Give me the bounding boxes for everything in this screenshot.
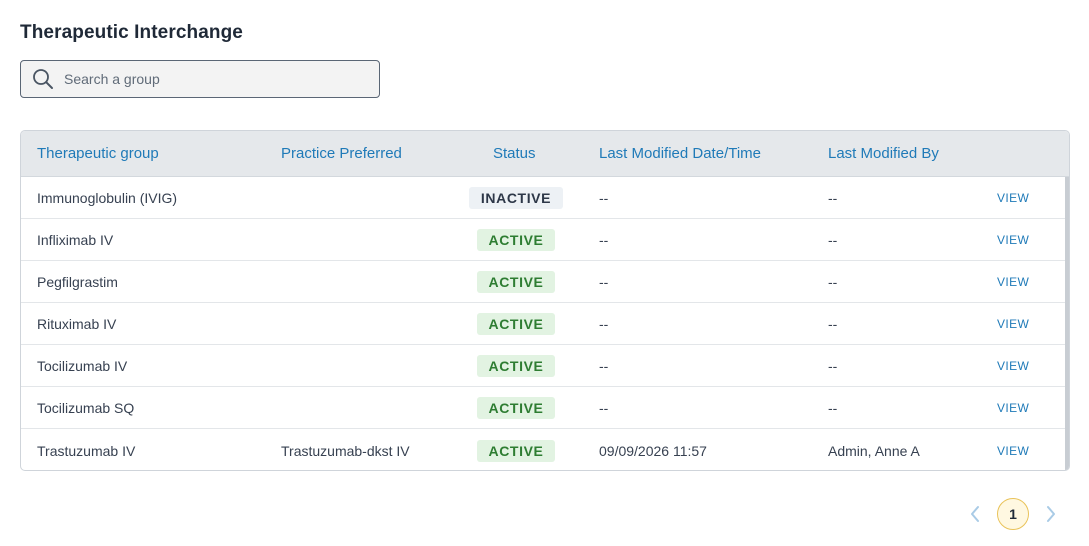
search-icon — [32, 68, 54, 90]
cell-therapeutic-group: Immunoglobulin (IVIG) — [37, 189, 178, 206]
chevron-right-icon — [1047, 506, 1055, 522]
cell-therapeutic-group: Tocilizumab SQ — [37, 399, 135, 416]
cell-last-modified-date: 09/09/2026 11:57 — [599, 442, 707, 459]
cell-therapeutic-group: Trastuzumab IV — [37, 442, 136, 459]
column-header-last-modified-by[interactable]: Last Modified By — [828, 145, 939, 162]
cell-last-modified-date: -- — [599, 399, 609, 416]
column-header-practice-preferred[interactable]: Practice Preferred — [281, 145, 402, 162]
cell-last-modified-date: -- — [599, 273, 609, 290]
status-badge: INACTIVE — [468, 186, 564, 209]
view-link[interactable]: VIEW — [997, 233, 1029, 247]
cell-last-modified-date: -- — [599, 357, 609, 374]
status-badge: ACTIVE — [476, 270, 556, 293]
cell-last-modified-by: -- — [828, 273, 838, 290]
table-row: Tocilizumab IV ACTIVE -- -- VIEW — [21, 345, 1069, 387]
cell-last-modified-by: -- — [828, 189, 838, 206]
cell-last-modified-by: -- — [828, 357, 838, 374]
cell-practice-preferred: Trastuzumab-dkst IV — [281, 442, 410, 459]
search-box[interactable] — [20, 60, 380, 98]
next-page-button[interactable] — [1041, 498, 1061, 530]
page-title: Therapeutic Interchange — [20, 22, 243, 43]
cell-status: INACTIVE — [461, 177, 571, 218]
chevron-left-icon — [971, 506, 979, 522]
previous-page-button[interactable] — [965, 498, 985, 530]
cell-therapeutic-group: Pegfilgrastim — [37, 273, 118, 290]
cell-status: ACTIVE — [461, 261, 571, 302]
page-number-button[interactable]: 1 — [997, 498, 1029, 530]
column-header-status[interactable]: Status — [493, 145, 536, 162]
table-header: Therapeutic group Practice Preferred Sta… — [21, 131, 1069, 177]
table-body: Immunoglobulin (IVIG) INACTIVE -- -- VIEW Inf… — [21, 177, 1069, 470]
cell-status: ACTIVE — [461, 345, 571, 386]
cell-last-modified-date: -- — [599, 231, 609, 248]
cell-actions: VIEW — [997, 219, 1029, 260]
cell-last-modified-date: -- — [599, 315, 609, 332]
cell-actions: VIEW — [997, 177, 1029, 218]
cell-therapeutic-group: Rituximab IV — [37, 315, 117, 332]
view-link[interactable]: VIEW — [997, 359, 1029, 373]
cell-actions: VIEW — [997, 429, 1029, 470]
cell-status: ACTIVE — [461, 303, 571, 344]
table-row: Rituximab IV ACTIVE -- -- VIEW — [21, 303, 1069, 345]
status-badge: ACTIVE — [476, 439, 556, 462]
cell-last-modified-date: -- — [599, 189, 609, 206]
cell-therapeutic-group: Infliximab IV — [37, 231, 114, 248]
cell-actions: VIEW — [997, 303, 1029, 344]
table-row: Immunoglobulin (IVIG) INACTIVE -- -- VIEW — [21, 177, 1069, 219]
cell-status: ACTIVE — [461, 429, 571, 470]
cell-last-modified-by: -- — [828, 315, 838, 332]
status-badge: ACTIVE — [476, 312, 556, 335]
search-input[interactable] — [64, 61, 379, 97]
column-header-therapeutic-group[interactable]: Therapeutic group — [37, 145, 159, 162]
view-link[interactable]: VIEW — [997, 191, 1029, 205]
column-header-last-modified-date[interactable]: Last Modified Date/Time — [599, 145, 761, 162]
status-badge: ACTIVE — [476, 228, 556, 251]
table-row: Pegfilgrastim ACTIVE -- -- VIEW — [21, 261, 1069, 303]
cell-status: ACTIVE — [461, 387, 571, 428]
status-badge: ACTIVE — [476, 396, 556, 419]
pagination: 1 — [965, 498, 1061, 530]
therapeutic-groups-table: Therapeutic group Practice Preferred Sta… — [20, 130, 1070, 471]
view-link[interactable]: VIEW — [997, 275, 1029, 289]
view-link[interactable]: VIEW — [997, 401, 1029, 415]
view-link[interactable]: VIEW — [997, 317, 1029, 331]
cell-last-modified-by: Admin, Anne A — [828, 442, 920, 459]
status-badge: ACTIVE — [476, 354, 556, 377]
cell-actions: VIEW — [997, 387, 1029, 428]
table-row: Infliximab IV ACTIVE -- -- VIEW — [21, 219, 1069, 261]
cell-therapeutic-group: Tocilizumab IV — [37, 357, 128, 374]
table-row: Tocilizumab SQ ACTIVE -- -- VIEW — [21, 387, 1069, 429]
cell-last-modified-by: -- — [828, 399, 838, 416]
cell-actions: VIEW — [997, 261, 1029, 302]
table-scrollbar[interactable] — [1065, 177, 1069, 470]
cell-status: ACTIVE — [461, 219, 571, 260]
cell-actions: VIEW — [997, 345, 1029, 386]
cell-last-modified-by: -- — [828, 231, 838, 248]
table-row: Trastuzumab IV Trastuzumab-dkst IV ACTIVE 0… — [21, 429, 1069, 470]
view-link[interactable]: VIEW — [997, 444, 1029, 458]
